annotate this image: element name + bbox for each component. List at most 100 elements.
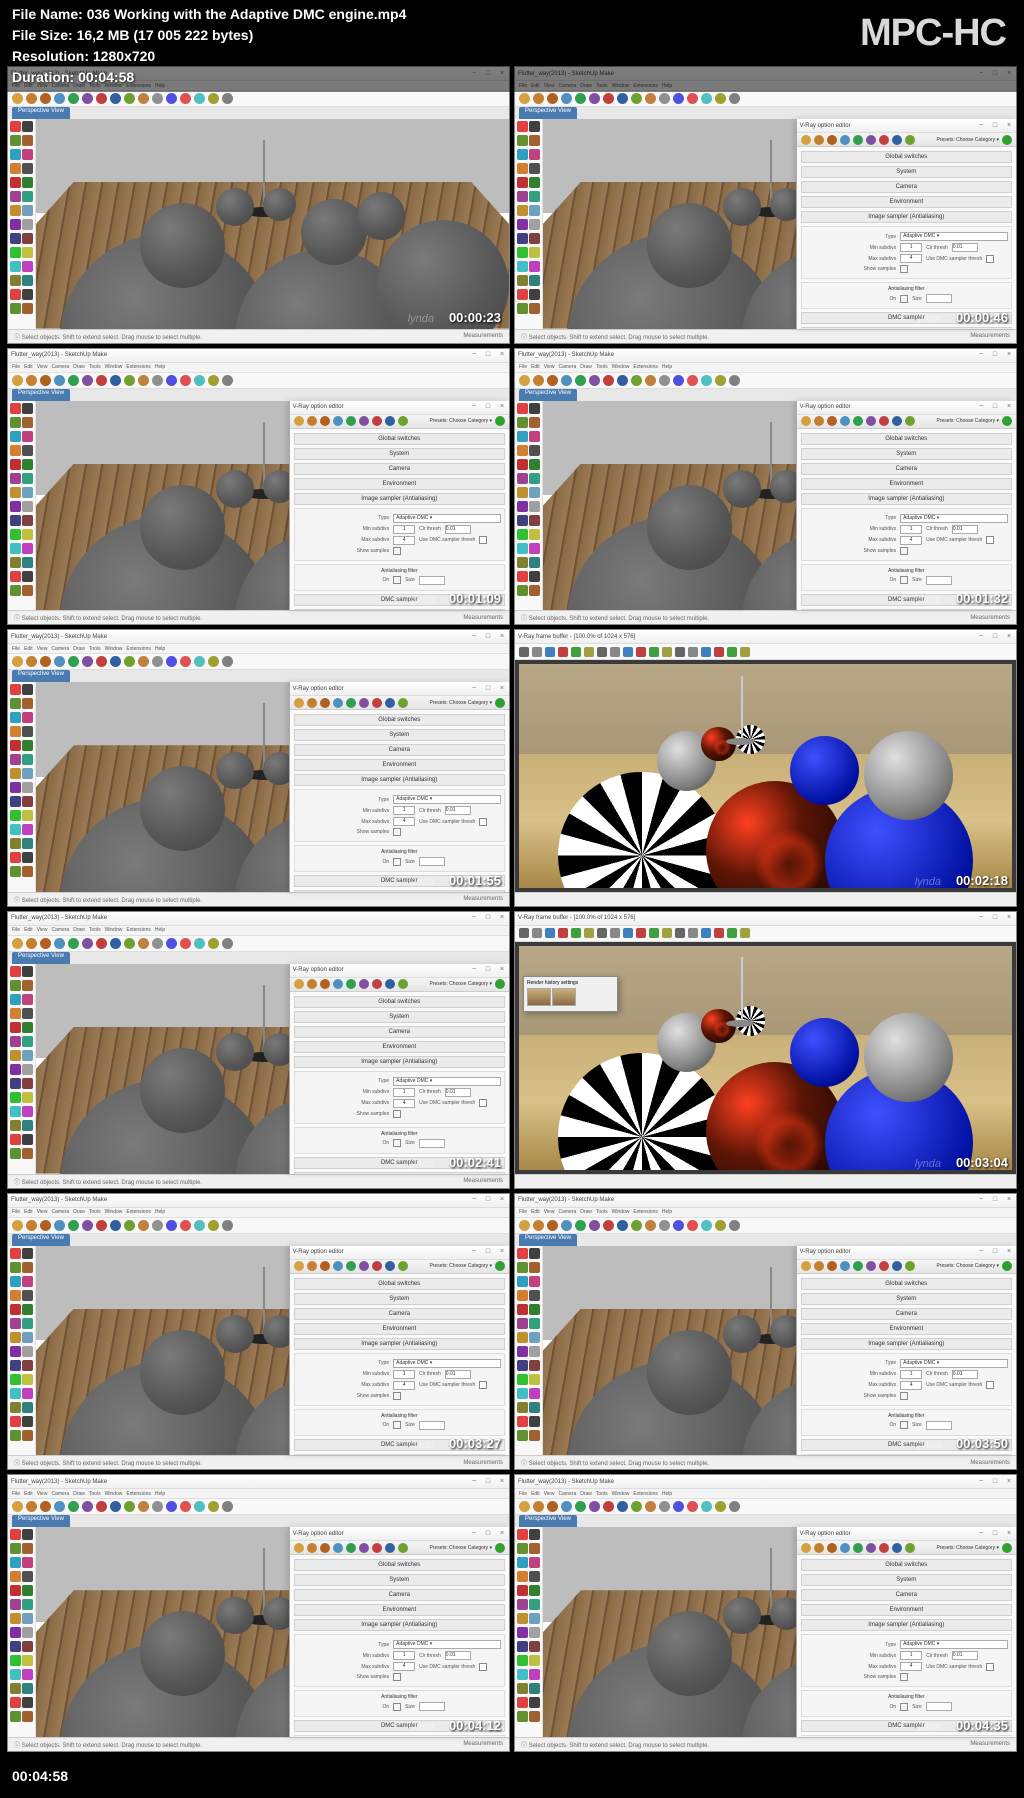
menu-item[interactable]: View bbox=[37, 1209, 48, 1215]
aa-size-input[interactable] bbox=[419, 1702, 445, 1711]
panel-toolbar-icon[interactable] bbox=[827, 135, 837, 145]
panel-toolbar-icon[interactable] bbox=[814, 135, 824, 145]
toolbar-icon[interactable] bbox=[26, 375, 37, 386]
section-system[interactable]: System bbox=[294, 729, 505, 741]
tool-icon[interactable] bbox=[22, 1613, 33, 1624]
toolbar-icon[interactable] bbox=[96, 93, 107, 104]
tool-icon[interactable] bbox=[22, 1529, 33, 1540]
toolbar-icon[interactable] bbox=[533, 1501, 544, 1512]
section-global[interactable]: Global switches bbox=[801, 1559, 1012, 1571]
panel-toolbar-icon[interactable] bbox=[827, 416, 837, 426]
max-subdivs-input[interactable]: 4 bbox=[900, 1662, 922, 1671]
toolbar-icon[interactable] bbox=[180, 1501, 191, 1512]
tool-icon[interactable] bbox=[10, 1669, 21, 1680]
tool-icon[interactable] bbox=[517, 417, 528, 428]
section-environment[interactable]: Environment bbox=[801, 1323, 1012, 1335]
show-samples-checkbox[interactable] bbox=[900, 265, 908, 273]
menu-item[interactable]: Help bbox=[662, 1491, 672, 1497]
menu-item[interactable]: Extensions bbox=[633, 364, 657, 370]
thumbnail-frame[interactable]: Flutter_way(2013) - SketchUp Make − □ × … bbox=[7, 629, 510, 907]
menu-item[interactable]: Help bbox=[662, 1209, 672, 1215]
tool-icon[interactable] bbox=[22, 1276, 33, 1287]
tool-icon[interactable] bbox=[22, 1318, 33, 1329]
tool-icon[interactable] bbox=[22, 473, 33, 484]
apply-icon[interactable] bbox=[495, 698, 505, 708]
max-subdivs-input[interactable]: 4 bbox=[900, 536, 922, 545]
tool-icon[interactable] bbox=[22, 1585, 33, 1596]
tool-icon[interactable] bbox=[529, 1711, 540, 1722]
panel-toolbar-icon[interactable] bbox=[879, 416, 889, 426]
tool-icon[interactable] bbox=[517, 585, 528, 596]
use-dmc-checkbox[interactable] bbox=[479, 1663, 487, 1671]
use-dmc-checkbox[interactable] bbox=[479, 536, 487, 544]
thumbnail-frame[interactable]: Flutter_way(2013) - SketchUp Make − □ × … bbox=[7, 66, 510, 344]
tool-icon[interactable] bbox=[517, 431, 528, 442]
toolbar-icon[interactable] bbox=[701, 375, 712, 386]
tool-icon[interactable] bbox=[10, 1697, 21, 1708]
apply-icon[interactable] bbox=[495, 1261, 505, 1271]
panel-toolbar-icon[interactable] bbox=[814, 1543, 824, 1553]
section-environment[interactable]: Environment bbox=[801, 196, 1012, 208]
section-environment[interactable]: Environment bbox=[801, 478, 1012, 490]
tool-icon[interactable] bbox=[22, 1402, 33, 1413]
aa-on-checkbox[interactable] bbox=[900, 1421, 908, 1429]
tool-icon[interactable] bbox=[22, 247, 33, 258]
panel-toolbar-icon[interactable] bbox=[892, 1543, 902, 1553]
threshold-input[interactable]: 0.01 bbox=[445, 1651, 471, 1660]
tool-icon[interactable] bbox=[10, 852, 21, 863]
close-icon[interactable]: × bbox=[1005, 1530, 1013, 1538]
fb-tool-icon[interactable] bbox=[636, 928, 646, 938]
toolbar-icon[interactable] bbox=[673, 1501, 684, 1512]
tool-icon[interactable] bbox=[529, 1416, 540, 1427]
tool-icon[interactable] bbox=[529, 205, 540, 216]
toolbar-icon[interactable] bbox=[519, 1220, 530, 1231]
tool-icon[interactable] bbox=[517, 543, 528, 554]
menu-item[interactable]: Draw bbox=[73, 646, 85, 652]
rollout[interactable]: Color mapping bbox=[294, 1172, 505, 1174]
toolbar-icon[interactable] bbox=[659, 375, 670, 386]
tool-icon[interactable] bbox=[529, 135, 540, 146]
viewport-tab[interactable]: Perspective View bbox=[519, 389, 577, 401]
tool-icon[interactable] bbox=[10, 571, 21, 582]
preset-dropdown[interactable]: Presets: Choose Category ▾ bbox=[429, 418, 492, 424]
toolbar-icon[interactable] bbox=[26, 938, 37, 949]
panel-toolbar-icon[interactable] bbox=[905, 135, 915, 145]
tool-icon[interactable] bbox=[10, 712, 21, 723]
tool-icon[interactable] bbox=[10, 1276, 21, 1287]
toolbar-icon[interactable] bbox=[645, 1501, 656, 1512]
tool-icon[interactable] bbox=[22, 1697, 33, 1708]
sampler-type-dropdown[interactable]: Adaptive DMC ▾ bbox=[393, 795, 501, 804]
minimize-icon[interactable]: − bbox=[977, 403, 985, 411]
toolbar-icon[interactable] bbox=[26, 1501, 37, 1512]
thumbnail-frame[interactable]: Flutter_way(2013) - SketchUp Make − □ × … bbox=[7, 911, 510, 1189]
section-camera[interactable]: Camera bbox=[801, 1589, 1012, 1601]
toolbar-icon[interactable] bbox=[519, 1501, 530, 1512]
toolbar-icon[interactable] bbox=[12, 375, 23, 386]
section-image-sampler[interactable]: Image sampler (Antialiasing) bbox=[294, 1056, 505, 1068]
rollout[interactable]: Color mapping bbox=[801, 327, 1012, 329]
menu-item[interactable]: Window bbox=[105, 646, 123, 652]
tool-icon[interactable] bbox=[22, 1148, 33, 1159]
toolbar-icon[interactable] bbox=[152, 1501, 163, 1512]
toolbar-icon[interactable] bbox=[575, 1501, 586, 1512]
preset-dropdown[interactable]: Presets: Choose Category ▾ bbox=[429, 1263, 492, 1269]
tool-icon[interactable] bbox=[529, 1430, 540, 1441]
section-global[interactable]: Global switches bbox=[801, 151, 1012, 163]
toolbar-icon[interactable] bbox=[603, 1220, 614, 1231]
tool-icon[interactable] bbox=[10, 1008, 21, 1019]
tool-icon[interactable] bbox=[10, 205, 21, 216]
section-camera[interactable]: Camera bbox=[294, 1026, 505, 1038]
apply-icon[interactable] bbox=[1002, 1543, 1012, 1553]
tool-icon[interactable] bbox=[10, 866, 21, 877]
fb-tool-icon[interactable] bbox=[558, 647, 568, 657]
tool-icon[interactable] bbox=[22, 417, 33, 428]
tool-icon[interactable] bbox=[529, 275, 540, 286]
threshold-input[interactable]: 0.01 bbox=[445, 806, 471, 815]
menu-item[interactable]: Camera bbox=[558, 1209, 576, 1215]
tool-icon[interactable] bbox=[10, 1092, 21, 1103]
toolbar-icon[interactable] bbox=[138, 656, 149, 667]
toolbar-icon[interactable] bbox=[68, 938, 79, 949]
max-subdivs-input[interactable]: 4 bbox=[393, 536, 415, 545]
toolbar-icon[interactable] bbox=[575, 93, 586, 104]
toolbar-icon[interactable] bbox=[68, 375, 79, 386]
